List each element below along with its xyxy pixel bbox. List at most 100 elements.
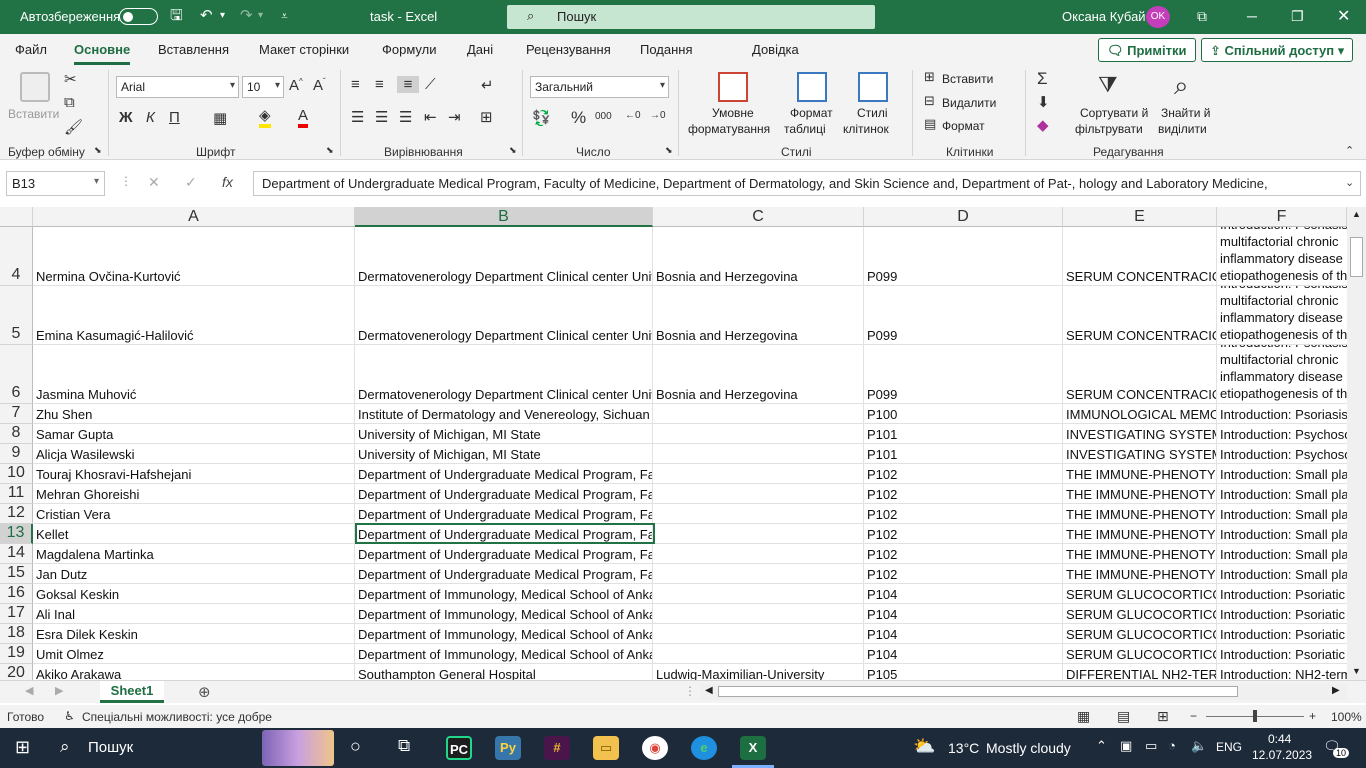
increase-font-icon[interactable]: A^	[289, 77, 303, 94]
tab-file[interactable]: Файл	[15, 42, 47, 57]
cell-c[interactable]	[653, 484, 864, 504]
file-explorer-icon[interactable]: ▭	[593, 736, 619, 760]
conditional-formatting-label-1[interactable]: Умовне	[712, 105, 754, 121]
excel-taskbar-icon[interactable]: X	[740, 736, 766, 760]
cell-b[interactable]: Department of Immunology, Medical School…	[355, 584, 653, 604]
accounting-format-icon[interactable]: 💱	[532, 109, 551, 127]
format-cells-icon[interactable]: ▤	[924, 116, 936, 132]
cell-b[interactable]: Dermatovenerology Department Clinical ce…	[355, 227, 653, 286]
cell-a[interactable]: Kellet	[33, 524, 355, 544]
decrease-indent-icon[interactable]: ⇤	[424, 108, 437, 126]
maximize-icon[interactable]: ❐	[1291, 8, 1304, 25]
cell-d[interactable]: P102	[864, 464, 1063, 484]
save-icon[interactable]: 🖫	[170, 6, 183, 26]
column-header-b[interactable]: B	[355, 207, 653, 227]
zoom-level[interactable]: 100%	[1331, 710, 1362, 724]
cell-e[interactable]: SERUM GLUCOCORTICO	[1063, 624, 1217, 644]
cell-a[interactable]: Emina Kasumagić-Halilović	[33, 286, 355, 345]
underline-button[interactable]: П	[169, 109, 180, 126]
zoom-out-icon[interactable]: −	[1190, 709, 1197, 723]
sort-filter-label-1[interactable]: Сортувати й	[1080, 105, 1148, 121]
weather-desc[interactable]: Mostly cloudy	[986, 740, 1071, 756]
column-header-c[interactable]: C	[653, 207, 864, 227]
cell-f[interactable]: Introduction: Small pla	[1217, 524, 1347, 544]
column-header-f[interactable]: F	[1217, 207, 1347, 227]
cell-e[interactable]: SERUM GLUCOCORTICO	[1063, 644, 1217, 664]
weather-icon[interactable]: ⛅	[913, 736, 935, 757]
windows-start-icon[interactable]: ⊞	[15, 737, 30, 758]
cell-e[interactable]: THE IMMUNE-PHENOTYP	[1063, 544, 1217, 564]
fill-color-icon[interactable]: ◈	[259, 108, 271, 128]
chrome-icon[interactable]: ◉	[642, 736, 668, 760]
redo-icon[interactable]: ↷	[240, 6, 253, 26]
cell-b[interactable]: Department of Immunology, Medical School…	[355, 624, 653, 644]
format-cells-label[interactable]: Формат	[942, 118, 985, 134]
scroll-right-icon[interactable]: ▶	[1332, 685, 1340, 696]
add-sheet-icon[interactable]: ⊕	[198, 683, 211, 701]
cell-b[interactable]: Dermatovenerology Department Clinical ce…	[355, 345, 653, 404]
cell-f[interactable]: Introduction: Psoriatic	[1217, 604, 1347, 624]
cell-f[interactable]: Introduction: Psoriatic	[1217, 584, 1347, 604]
cell-b[interactable]: Southampton General Hospital	[355, 664, 653, 680]
cell-d[interactable]: P099	[864, 345, 1063, 404]
paste-icon[interactable]	[20, 72, 50, 102]
accessibility-icon[interactable]: ♿	[64, 709, 75, 723]
cell-f[interactable]: Introduction: Small pla	[1217, 504, 1347, 524]
orientation-icon[interactable]: ⟋	[425, 76, 436, 93]
cell-e[interactable]: THE IMMUNE-PHENOTYP	[1063, 484, 1217, 504]
column-header-a[interactable]: A	[33, 207, 355, 227]
autosum-icon[interactable]: Σ	[1037, 69, 1048, 89]
cell-b[interactable]: Department of Undergraduate Medical Prog…	[355, 524, 653, 544]
align-middle-icon[interactable]: ≡	[375, 76, 384, 93]
sort-filter-label-2[interactable]: фільтрувати	[1075, 121, 1143, 137]
cell-a[interactable]: Nermina Ovčina-Kurtović	[33, 227, 355, 286]
tab-insert[interactable]: Вставлення	[158, 42, 229, 57]
cell-a[interactable]: Jan Dutz	[33, 564, 355, 584]
cell-b[interactable]: University of Michigan, MI State	[355, 424, 653, 444]
cell-b[interactable]: Department of Undergraduate Medical Prog…	[355, 464, 653, 484]
cell-c[interactable]	[653, 644, 864, 664]
tab-view[interactable]: Подання	[640, 42, 693, 57]
row-header[interactable]: 17	[0, 604, 33, 624]
cell-a[interactable]: Ali Inal	[33, 604, 355, 624]
cell-c[interactable]	[653, 624, 864, 644]
select-all-corner[interactable]	[0, 207, 33, 227]
cell-e[interactable]: THE IMMUNE-PHENOTYP	[1063, 564, 1217, 584]
align-right-icon[interactable]: ☰	[399, 108, 412, 126]
cell-a[interactable]: Zhu Shen	[33, 404, 355, 424]
cell-d[interactable]: P102	[864, 524, 1063, 544]
cell-e[interactable]: SERUM CONCENTRACIO	[1063, 345, 1217, 404]
format-as-table-label-2[interactable]: таблиці	[784, 121, 826, 137]
avatar[interactable]: OK	[1146, 6, 1170, 28]
row-header[interactable]: 4	[0, 227, 33, 286]
cell-a[interactable]: Goksal Keskin	[33, 584, 355, 604]
cell-f[interactable]: Introduction: Small pla	[1217, 544, 1347, 564]
cell-d[interactable]: P101	[864, 444, 1063, 464]
cell-c[interactable]: Bosnia and Herzegovina	[653, 345, 864, 404]
tab-review[interactable]: Рецензування	[526, 42, 611, 57]
horizontal-scroll-thumb[interactable]	[718, 686, 1238, 697]
cell-a[interactable]: Alicja Wasilewski	[33, 444, 355, 464]
align-top-icon[interactable]: ≡	[351, 76, 360, 93]
cell-c[interactable]	[653, 524, 864, 544]
copy-icon[interactable]: ⧉	[64, 94, 75, 111]
meet-now-icon[interactable]: ▣	[1120, 738, 1132, 754]
decrease-decimal-icon[interactable]: →0	[650, 110, 666, 121]
find-select-label-2[interactable]: виділити	[1158, 121, 1207, 137]
align-left-icon[interactable]: ☰	[351, 108, 364, 126]
cell-c[interactable]	[653, 444, 864, 464]
cell-f[interactable]: Introduction: Small pla	[1217, 564, 1347, 584]
cell-d[interactable]: P102	[864, 544, 1063, 564]
alignment-launcher-icon[interactable]: ⬊	[509, 145, 517, 156]
expand-formula-icon[interactable]: ⌄	[1345, 176, 1354, 189]
cut-icon[interactable]: ✂	[64, 70, 77, 88]
cell-c[interactable]	[653, 584, 864, 604]
cell-a[interactable]: Mehran Ghoreishi	[33, 484, 355, 504]
cell-f[interactable]: Introduction: Psoriasismultifactorial ch…	[1217, 227, 1347, 286]
cell-styles-icon[interactable]	[858, 72, 888, 102]
tab-home[interactable]: Основне	[74, 42, 131, 65]
paste-label[interactable]: Вставити	[8, 106, 59, 122]
cell-b[interactable]: Department of Undergraduate Medical Prog…	[355, 544, 653, 564]
redo-dropdown-icon[interactable]: ▾	[258, 6, 263, 26]
cell-c[interactable]	[653, 424, 864, 444]
